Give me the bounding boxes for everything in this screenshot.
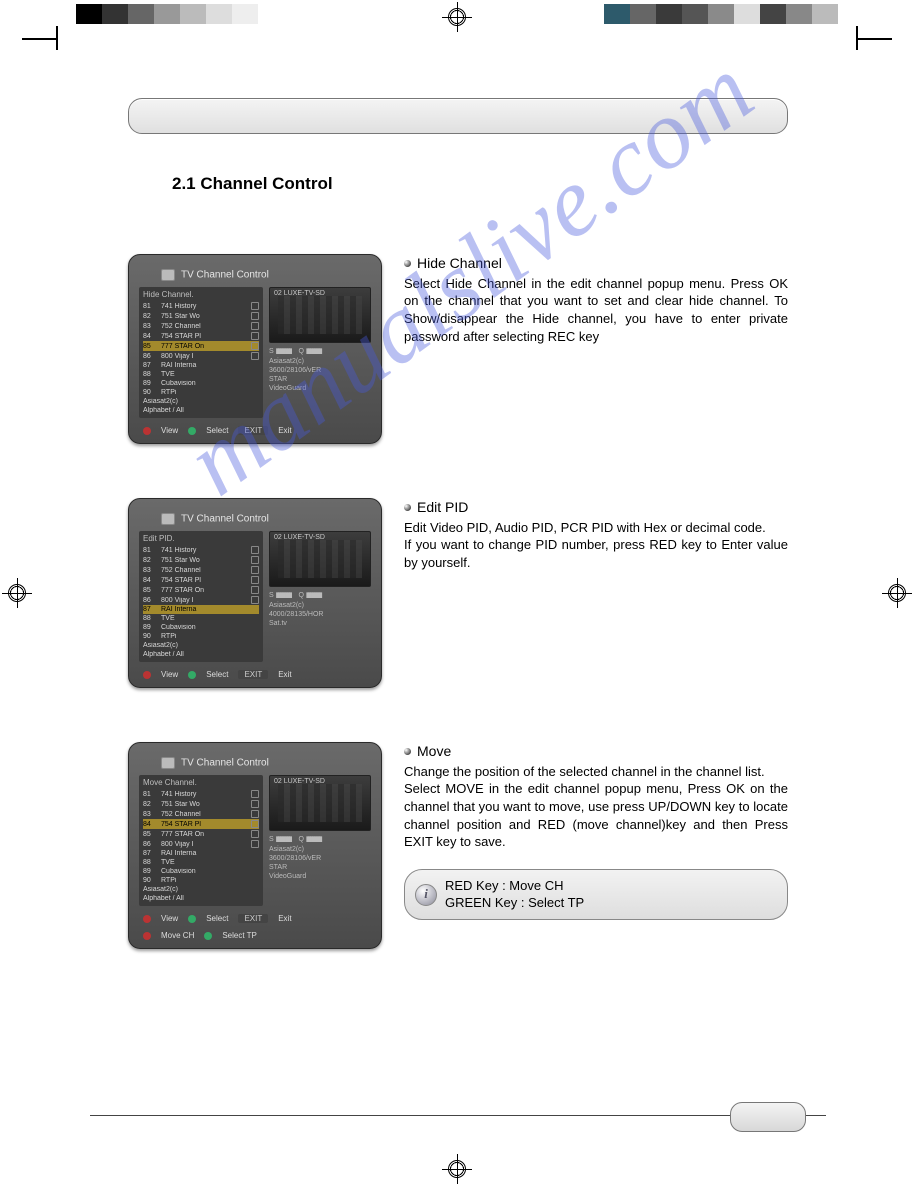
exit-badge: EXIT	[238, 426, 268, 435]
tv-icon	[161, 513, 175, 525]
channel-row: 89Cubavision	[143, 379, 259, 388]
section-title: Move	[417, 742, 451, 761]
red-dot-icon	[143, 932, 151, 940]
channel-row: 85777 STAR On	[143, 829, 259, 839]
channel-row: 84754 STAR Pl	[143, 819, 259, 829]
channel-row: 81741 History	[143, 545, 259, 555]
exit-badge: EXIT	[238, 914, 268, 923]
section-body-text: If you want to change PID number, press …	[404, 536, 788, 571]
tv-icon	[161, 269, 175, 281]
channel-row: 84754 STAR Pl	[143, 575, 259, 585]
tv-screenshot: TV Channel Control Move Channel. 81741 H…	[128, 742, 382, 949]
info-icon: i	[415, 884, 437, 906]
tv-screenshot: TV Channel Control Edit PID. 81741 Histo…	[128, 498, 382, 688]
registration-mark-icon	[8, 584, 26, 602]
footer-rule	[90, 1115, 826, 1116]
channel-row: 82751 Star Wo	[143, 799, 259, 809]
channel-row: 86800 Vijay I	[143, 595, 259, 605]
registration-mark-icon	[448, 8, 466, 26]
channel-row: 88TVE	[143, 614, 259, 623]
crop-mark	[856, 38, 892, 40]
channel-row: 90RTPi	[143, 876, 259, 885]
dot-icon	[188, 427, 196, 435]
section-heading: 2.1 Channel Control	[172, 174, 788, 194]
crop-mark	[22, 38, 58, 40]
hint-box: i RED Key : Move CH GREEN Key : Select T…	[404, 869, 788, 921]
channel-row: 87RAI Interna	[143, 361, 259, 370]
channel-row: 84754 STAR Pl	[143, 331, 259, 341]
channel-row: 90RTPi	[143, 388, 259, 397]
channel-row: 87RAI Interna	[143, 605, 259, 614]
tv-icon	[161, 757, 175, 769]
channel-row: 82751 Star Wo	[143, 311, 259, 321]
channel-row: 86800 Vijay I	[143, 839, 259, 849]
bullet-icon	[404, 260, 411, 267]
video-preview: 02 LUXE-TV-SD	[269, 287, 371, 343]
doc-section: TV Channel Control Move Channel. 81741 H…	[128, 742, 788, 949]
page-header-box	[128, 98, 788, 134]
hint-line: RED Key : Move CH	[445, 878, 773, 895]
doc-section: TV Channel Control Hide Channel. 81741 H…	[128, 254, 788, 444]
channel-row: 85777 STAR On	[143, 341, 259, 351]
dot-icon	[143, 915, 151, 923]
green-dot-icon	[204, 932, 212, 940]
channel-row: 82751 Star Wo	[143, 555, 259, 565]
channel-row: 88TVE	[143, 858, 259, 867]
section-body-text: Select Hide Channel in the edit channel …	[404, 275, 788, 345]
channel-row: 85777 STAR On	[143, 585, 259, 595]
bullet-icon	[404, 504, 411, 511]
channel-row: 83752 Channel	[143, 565, 259, 575]
doc-section: TV Channel Control Edit PID. 81741 Histo…	[128, 498, 788, 688]
dot-icon	[188, 671, 196, 679]
channel-row: 87RAI Interna	[143, 849, 259, 858]
hint-line: GREEN Key : Select TP	[445, 895, 773, 912]
section-title: Hide Channel	[417, 254, 502, 273]
channel-row: 81741 History	[143, 789, 259, 799]
section-body-text: Edit Video PID, Audio PID, PCR PID with …	[404, 519, 788, 537]
bullet-icon	[404, 748, 411, 755]
registration-mark-icon	[448, 1160, 466, 1178]
section-body-text: Change the position of the selected chan…	[404, 763, 788, 781]
channel-row: 83752 Channel	[143, 321, 259, 331]
channel-row: 88TVE	[143, 370, 259, 379]
tv-screenshot: TV Channel Control Hide Channel. 81741 H…	[128, 254, 382, 444]
dot-icon	[143, 671, 151, 679]
channel-row: 86800 Vijay I	[143, 351, 259, 361]
channel-row: 89Cubavision	[143, 867, 259, 876]
channel-row: 81741 History	[143, 301, 259, 311]
dot-icon	[188, 915, 196, 923]
video-preview: 02 LUXE-TV-SD	[269, 775, 371, 831]
dot-icon	[143, 427, 151, 435]
page-number-badge	[730, 1102, 806, 1132]
channel-row: 83752 Channel	[143, 809, 259, 819]
section-title: Edit PID	[417, 498, 468, 517]
channel-row: 89Cubavision	[143, 623, 259, 632]
section-body-text: Select MOVE in the edit channel popup me…	[404, 780, 788, 850]
video-preview: 02 LUXE-TV-SD	[269, 531, 371, 587]
channel-row: 90RTPi	[143, 632, 259, 641]
registration-mark-icon	[888, 584, 906, 602]
exit-badge: EXIT	[238, 670, 268, 679]
